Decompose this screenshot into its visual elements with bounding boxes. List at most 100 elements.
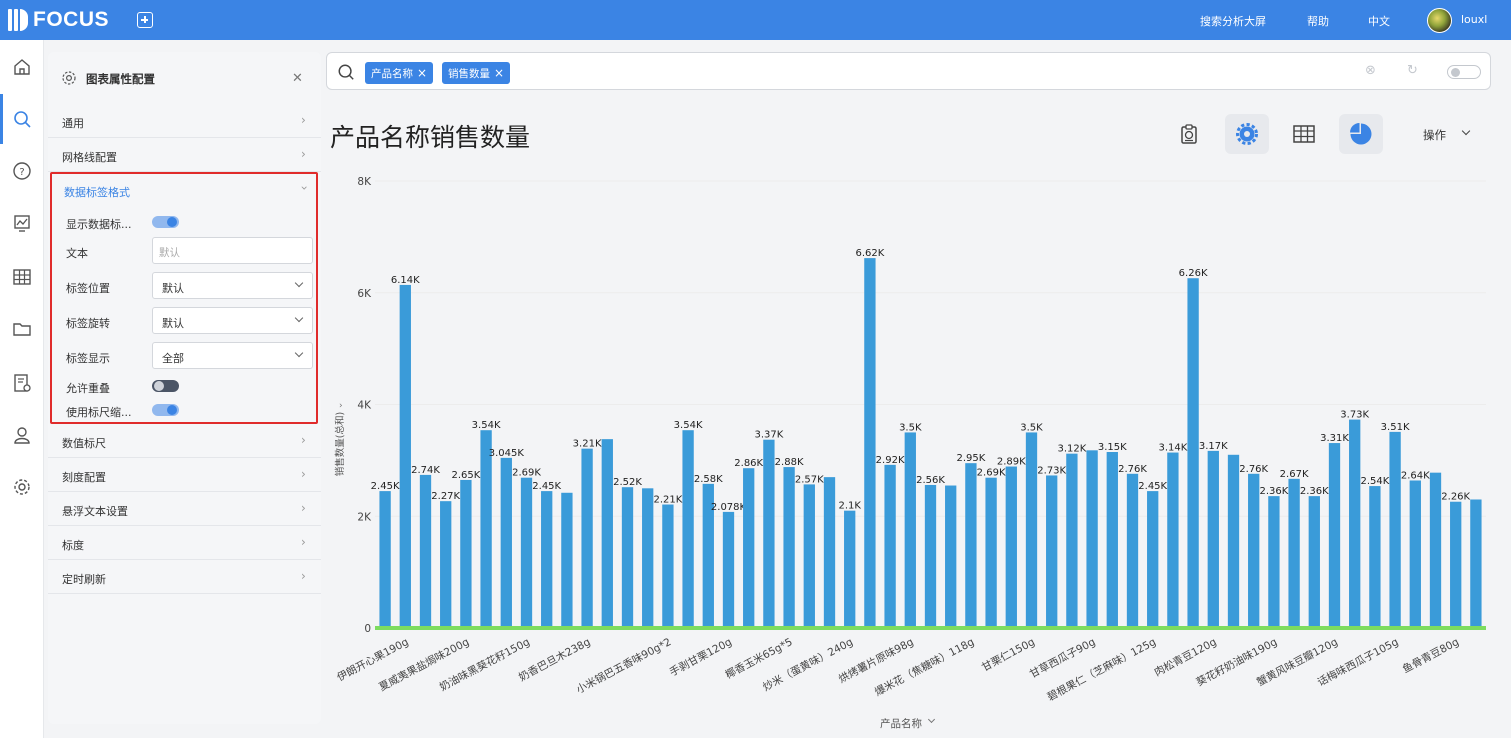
section-general[interactable]: 通用 › xyxy=(48,104,321,138)
chart-bar[interactable] xyxy=(460,479,472,628)
show-labels-toggle[interactable] xyxy=(152,216,179,228)
chart-bar[interactable] xyxy=(1005,466,1017,628)
add-tab-icon[interactable] xyxy=(137,12,153,28)
section-title-data-label[interactable]: 数据标签格式 xyxy=(64,184,130,200)
section-gridlines[interactable]: 网格线配置 › xyxy=(48,138,321,172)
home-icon[interactable] xyxy=(11,56,33,78)
chart-bar[interactable] xyxy=(985,477,997,628)
chart-bar[interactable] xyxy=(783,467,795,628)
chip-remove-icon[interactable]: × xyxy=(417,66,427,80)
user-icon[interactable] xyxy=(11,424,33,446)
chart-type-button[interactable] xyxy=(1339,114,1383,154)
help-circle-icon[interactable]: ? xyxy=(11,160,33,182)
chart-bar[interactable] xyxy=(864,258,876,628)
focus-logo[interactable]: FOCUS xyxy=(8,8,109,32)
chart-bar[interactable] xyxy=(1268,496,1280,628)
settings-gear-icon[interactable] xyxy=(11,476,33,498)
chart-bar[interactable] xyxy=(581,448,593,628)
chart-bar[interactable] xyxy=(662,504,674,628)
chart-bar[interactable] xyxy=(743,468,755,628)
chart-bar[interactable] xyxy=(1106,451,1118,628)
chart-bar[interactable] xyxy=(1227,454,1240,628)
section-auto-refresh[interactable]: 定时刷新 › xyxy=(48,560,321,594)
chart-bar[interactable] xyxy=(1248,473,1260,628)
chip-sales-qty[interactable]: 销售数量 × xyxy=(442,62,511,84)
chart-bar[interactable] xyxy=(440,501,452,628)
chart-bar[interactable] xyxy=(945,485,957,628)
chart-bar[interactable] xyxy=(884,464,896,628)
help-link[interactable]: 帮助 xyxy=(1307,13,1329,29)
chart-bar[interactable] xyxy=(1046,475,1058,628)
chart-bar[interactable] xyxy=(904,432,916,628)
y-axis-title[interactable]: 销售数量(总和) xyxy=(334,412,346,476)
chart-bar[interactable] xyxy=(1288,478,1300,628)
chevron-down-icon[interactable] xyxy=(927,715,936,724)
chart-settings-button[interactable] xyxy=(1225,114,1269,154)
chart-bar[interactable] xyxy=(1409,480,1421,628)
chart-bar[interactable] xyxy=(379,491,391,628)
chart-bar[interactable] xyxy=(642,488,654,628)
table-icon[interactable] xyxy=(11,266,33,288)
section-value-axis[interactable]: 数值标尺 › xyxy=(48,424,321,458)
chart-bar[interactable] xyxy=(682,430,694,628)
chart-bar[interactable] xyxy=(1349,419,1361,628)
chip-remove-icon[interactable]: × xyxy=(494,66,504,80)
report-settings-icon[interactable] xyxy=(11,372,33,394)
chart-bar[interactable] xyxy=(621,487,634,628)
mode-switch[interactable] xyxy=(1447,65,1481,79)
chart-bar[interactable] xyxy=(541,491,553,628)
position-select[interactable]: 默认 xyxy=(152,272,313,299)
chart-bar[interactable] xyxy=(1450,501,1462,628)
dashboard-link[interactable]: 搜索分析大屏 xyxy=(1200,13,1266,29)
chart-bar[interactable] xyxy=(1086,450,1098,628)
language-link[interactable]: 中文 xyxy=(1368,13,1390,29)
scale-toggle[interactable] xyxy=(152,404,179,416)
chart-bar[interactable] xyxy=(500,457,512,628)
avatar[interactable] xyxy=(1427,8,1452,33)
search-nav-icon[interactable] xyxy=(11,108,33,130)
chart-bar[interactable] xyxy=(722,511,735,628)
chart-bar[interactable] xyxy=(1207,450,1219,628)
chart-bar[interactable] xyxy=(844,510,856,628)
table-view-button[interactable] xyxy=(1282,114,1326,154)
refresh-icon[interactable]: ↻ xyxy=(1407,63,1418,78)
chart-bar[interactable] xyxy=(1147,491,1159,628)
chip-product-name[interactable]: 产品名称 × xyxy=(365,62,434,84)
chart-bar[interactable] xyxy=(1369,486,1381,628)
chart-bar[interactable] xyxy=(1429,472,1442,628)
display-select[interactable]: 全部 xyxy=(152,342,313,369)
rotation-select[interactable]: 默认 xyxy=(152,307,313,334)
chart-bar[interactable] xyxy=(419,474,432,628)
section-scale[interactable]: 标度 › xyxy=(48,526,321,560)
section-tooltip-text[interactable]: 悬浮文本设置 › xyxy=(48,492,321,526)
user-name[interactable]: louxl xyxy=(1461,13,1487,26)
text-input[interactable]: 默认 xyxy=(152,237,313,264)
chart-bar[interactable] xyxy=(1308,496,1320,628)
search-bar[interactable]: 产品名称 × 销售数量 × ⊗ ↻ xyxy=(326,52,1491,90)
analysis-chart-icon[interactable] xyxy=(11,212,33,234)
operations-menu[interactable]: 操作 xyxy=(1423,127,1446,143)
chart-bar[interactable] xyxy=(1025,432,1038,628)
chart-bar[interactable] xyxy=(520,477,533,628)
chart-bar[interactable] xyxy=(803,484,815,628)
chart-bar[interactable] xyxy=(1126,473,1139,628)
chart-bar[interactable] xyxy=(1470,499,1482,628)
chevron-down-icon[interactable]: › xyxy=(297,186,311,191)
chart-bar[interactable] xyxy=(399,284,411,628)
chart-bar[interactable] xyxy=(823,477,836,628)
chart-bar[interactable] xyxy=(1066,453,1078,628)
chart-bar[interactable] xyxy=(601,439,613,628)
x-axis-title[interactable]: 产品名称 xyxy=(880,716,922,731)
close-icon[interactable]: ✕ xyxy=(292,71,303,86)
chart-bar[interactable] xyxy=(1167,452,1179,628)
chart-bar[interactable] xyxy=(561,492,573,628)
chart-bar[interactable] xyxy=(480,430,492,628)
folder-icon[interactable] xyxy=(11,318,33,340)
chart-bar[interactable] xyxy=(924,484,937,628)
chart-bar[interactable] xyxy=(1187,278,1199,628)
chart-bar[interactable] xyxy=(763,439,775,628)
chart-bar[interactable] xyxy=(1389,431,1401,628)
chevron-down-icon[interactable] xyxy=(1461,126,1471,136)
section-tick-config[interactable]: 刻度配置 › xyxy=(48,458,321,492)
save-clipboard-button[interactable] xyxy=(1167,114,1211,154)
